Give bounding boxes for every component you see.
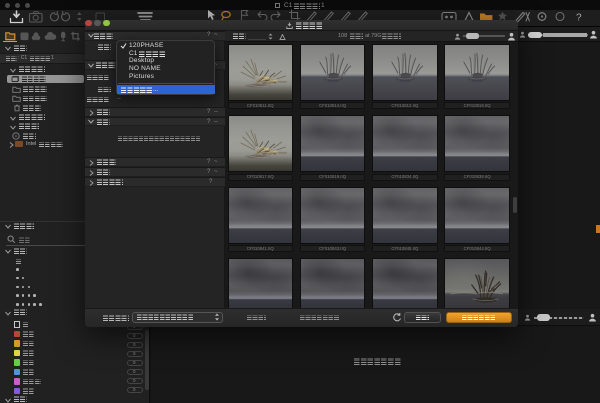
svg-text:?: ? <box>576 13 582 24</box>
